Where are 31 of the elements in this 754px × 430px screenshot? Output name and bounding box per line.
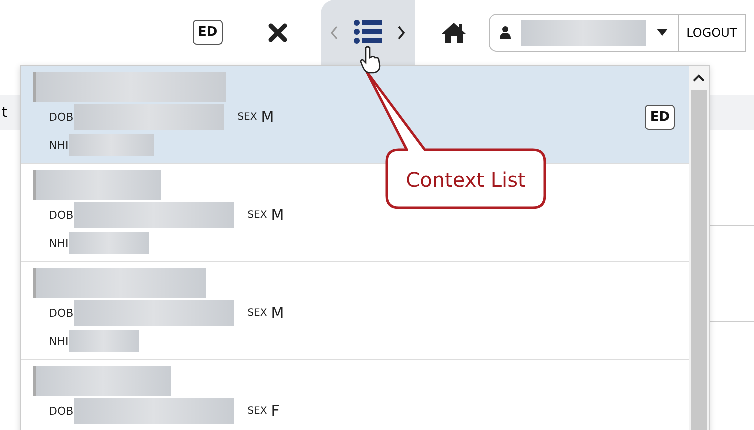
close-icon[interactable]: [268, 22, 288, 42]
sex-value: M: [271, 304, 284, 322]
redacted-block: [68, 330, 139, 352]
sex-label: SEX: [248, 210, 268, 220]
scroll-up-icon[interactable]: [693, 74, 705, 82]
sex-label: SEX: [248, 308, 268, 318]
caret-down-icon: [656, 29, 668, 36]
nhi-label: NHI: [49, 334, 69, 348]
nhi-label: NHI: [49, 138, 69, 152]
home-icon[interactable]: [440, 22, 467, 44]
sex-label: SEX: [238, 112, 258, 122]
nhi-label: NHI: [49, 236, 69, 250]
dob-label: DOB: [49, 110, 74, 124]
sex-value: F: [271, 402, 280, 420]
sex-label: SEX: [248, 406, 268, 416]
logout-button[interactable]: LOGOUT: [678, 14, 746, 52]
chevron-right-icon[interactable]: [396, 24, 406, 40]
callout-text: Context List: [406, 168, 526, 192]
ed-badge[interactable]: ED: [193, 20, 223, 45]
sex-value: M: [271, 206, 284, 224]
page-text-fragment: t: [1, 104, 8, 120]
patient-row[interactable]: DOB SEX M NHI: [21, 262, 689, 360]
person-icon: [500, 26, 511, 39]
dob-label: DOB: [49, 404, 74, 418]
patient-row[interactable]: DOB SEX M ED NHI: [21, 66, 689, 164]
sex-value: M: [261, 108, 274, 126]
dob-label: DOB: [49, 208, 74, 222]
scrollbar-thumb[interactable]: [691, 90, 707, 430]
list-icon[interactable]: [352, 18, 383, 46]
dob-label: DOB: [49, 306, 74, 320]
ed-badge: ED: [645, 104, 675, 130]
